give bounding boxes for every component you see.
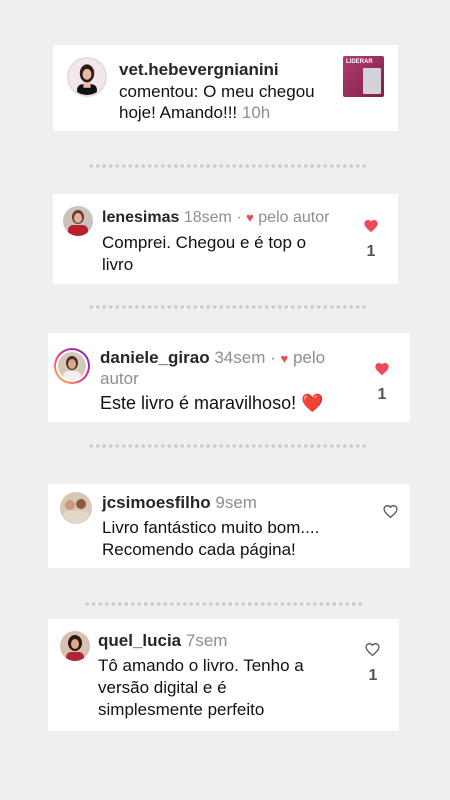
like-button[interactable] xyxy=(382,503,399,520)
separator-dot: · xyxy=(236,209,242,226)
faded-next-line: - - - - - - - - - - - - - - - - - - - - … xyxy=(102,278,340,284)
avatar-photo-icon xyxy=(69,59,105,95)
comment-time: 9sem xyxy=(215,493,257,512)
comment-card: lenesimas 18sem · ♥ pelo autor Comprei. … xyxy=(53,194,398,284)
comment-username[interactable]: daniele_girao xyxy=(100,348,210,367)
comment-header: quel_lucia 7sem xyxy=(98,630,227,651)
avatar[interactable] xyxy=(60,631,90,661)
avatar-photo-icon xyxy=(60,631,90,661)
comment-time: 34sem xyxy=(214,348,266,367)
author-liked-tag: pelo autor xyxy=(258,209,330,226)
like-count: 1 xyxy=(368,667,378,684)
thumbnail-label: LIDERAR xyxy=(346,59,373,65)
comment-header: jcsimoesfilho 9sem xyxy=(102,492,257,513)
comment-card: daniele_girao 34sem · ♥ pelo autor Este … xyxy=(48,333,410,422)
author-liked-tag: pelo xyxy=(292,348,326,367)
separator-dots xyxy=(88,305,366,309)
faded-next-line: - - - - - - - - - - - - - - - - - - - - … xyxy=(98,725,325,731)
separator-dots xyxy=(84,602,362,606)
heart-filled-icon xyxy=(375,363,389,376)
comment-username[interactable]: jcsimoesfilho xyxy=(102,493,211,512)
comment-text: Este livro é maravilhoso! ❤️ xyxy=(100,393,324,413)
comment-card: quel_lucia 7sem Tô amando o livro. Tenho… xyxy=(48,619,399,731)
separator-dots xyxy=(88,164,366,168)
heart-outline-icon xyxy=(365,643,380,657)
separator-dots xyxy=(88,444,366,448)
comment-time: 7sem xyxy=(185,631,228,650)
like-button[interactable] xyxy=(374,361,390,377)
comment-text-line3: simplesmente perfeito xyxy=(98,700,265,719)
avatar-photo-icon xyxy=(58,352,86,380)
comment-text-line1: Livro fantástico muito bom.... xyxy=(102,518,320,537)
comment-text-line1: Tô amando o livro. Tenho a xyxy=(98,656,304,675)
separator-dot: · xyxy=(270,348,276,367)
heart-outline-icon xyxy=(383,505,398,519)
notification-time: 10h xyxy=(241,103,271,122)
notification-text-line2-content: hoje! Amando!!! xyxy=(119,103,238,122)
avatar-photo-icon xyxy=(60,492,92,524)
comment-header-line1: daniele_girao 34sem · ♥ pelo xyxy=(100,347,325,369)
like-button[interactable] xyxy=(364,641,381,658)
comment-username[interactable]: quel_lucia xyxy=(98,631,181,650)
post-thumbnail[interactable]: LIDERAR xyxy=(343,56,384,97)
comment-text-line1: Comprei. Chegou e é top o xyxy=(102,233,307,252)
author-liked-tag-cont: autor xyxy=(100,369,139,388)
thumbnail-book-shape xyxy=(363,68,381,94)
comment-header: lenesimas 18sem · ♥ pelo autor xyxy=(102,207,329,228)
heart-small-icon: ♥ xyxy=(246,210,254,225)
heart-filled-icon xyxy=(364,220,378,233)
comment-text-line2: versão digital e é xyxy=(98,678,227,697)
heart-small-icon: ♥ xyxy=(280,351,289,366)
notification-username[interactable]: vet.hebevergnianini xyxy=(119,59,279,80)
notification-text-line1: comentou: O meu chegou xyxy=(119,82,315,101)
comment-username[interactable]: lenesimas xyxy=(102,209,179,226)
avatar[interactable] xyxy=(63,206,93,236)
avatar[interactable] xyxy=(60,492,92,524)
comment-text-line2: Recomendo cada página! xyxy=(102,540,296,559)
avatar-photo-icon xyxy=(63,206,93,236)
like-count: 1 xyxy=(366,243,376,260)
comment-card: jcsimoesfilho 9sem Livro fantástico muit… xyxy=(48,484,410,568)
notification-text-line2: hoje! Amando!!! 10h xyxy=(119,102,270,123)
notification-card[interactable]: vet.hebevergnianini comentou: O meu cheg… xyxy=(53,45,398,131)
comment-time: 18sem xyxy=(183,209,232,226)
like-count: 1 xyxy=(377,386,387,403)
avatar-story-ring[interactable] xyxy=(54,348,90,384)
like-button[interactable] xyxy=(363,218,379,234)
comment-text-line2: livro xyxy=(102,255,134,274)
avatar[interactable] xyxy=(67,57,107,97)
